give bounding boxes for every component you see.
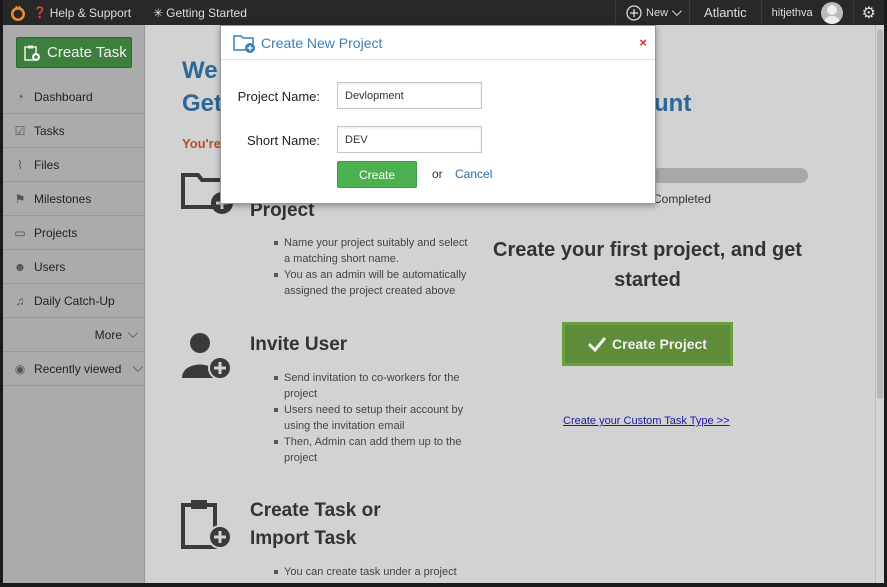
step-task-title-line1: Create Task or (250, 500, 381, 521)
user-menu[interactable]: hitjethva (760, 0, 853, 25)
sidebar-recently-viewed[interactable]: ◉ Recently viewed (3, 352, 145, 386)
modal-title: Create New Project (261, 34, 383, 51)
clipboard-plus-icon (181, 500, 232, 549)
sidebar-item-label: Dashboard (34, 89, 93, 104)
sidebar-more-toggle[interactable]: More (3, 318, 145, 352)
user-plus-icon (182, 333, 232, 380)
cancel-link[interactable]: Cancel (455, 167, 492, 181)
help-support-link[interactable]: ❓ Help & Support (33, 6, 131, 20)
sidebar-item-files[interactable]: ⌇ Files (3, 148, 145, 182)
list-item: Users need to setup their account by usi… (272, 402, 472, 434)
or-text: or (432, 167, 443, 181)
sidebar-item-daily-catchup[interactable]: ♫ Daily Catch-Up (3, 284, 145, 318)
company-switcher[interactable]: Atlantic (689, 0, 761, 25)
plus-circle-icon (626, 4, 642, 21)
app-window: ❓ Help & Support ✳ Getting Started New A… (0, 0, 887, 587)
welcome-subheading: Get (182, 90, 223, 117)
list-item: You can create task under a project (272, 564, 472, 580)
folder-icon: ▭ (14, 225, 26, 240)
help-support-label: Help & Support (49, 5, 132, 20)
create-task-label: Create Task (47, 44, 127, 61)
sparkle-icon: ✳ (153, 5, 164, 20)
create-project-label: Create Project (612, 336, 707, 352)
top-bar: ❓ Help & Support ✳ Getting Started New A… (3, 0, 884, 25)
cta-heading-line1: Create your first project, and get (493, 239, 802, 261)
recently-viewed-label: Recently viewed (34, 361, 122, 376)
progress-intro-text: You're (182, 136, 221, 151)
sidebar-item-label: Tasks (34, 123, 65, 138)
sidebar-item-dashboard[interactable]: ◔ Dashboard (3, 80, 145, 114)
sidebar-item-milestones[interactable]: ⚑ Milestones (3, 182, 145, 216)
cta-heading: Create your first project, and get start… (476, 235, 819, 295)
sidebar-item-tasks[interactable]: ☑ Tasks (3, 114, 145, 148)
gear-icon: ⚙ (861, 4, 876, 22)
create-task-button[interactable]: Create Task (16, 37, 132, 68)
step-project-bullets: Name your project suitably and select a … (272, 235, 472, 299)
step-task-bullets: You can create task under a project (272, 564, 472, 580)
company-label: Atlantic (704, 5, 747, 20)
sidebar-item-projects[interactable]: ▭ Projects (3, 216, 145, 250)
more-label: More (94, 327, 122, 342)
sidebar-item-label: Projects (34, 225, 78, 240)
list-item: Name your project suitably and select a … (272, 235, 472, 267)
vertical-scrollbar[interactable] (875, 25, 884, 583)
onboarding-progress-bar (652, 168, 808, 183)
step-invite-title: Invite User (250, 334, 348, 355)
sidebar-item-label: Users (34, 259, 66, 274)
project-name-field[interactable] (337, 82, 482, 109)
welcome-subheading-end: unt (654, 90, 692, 117)
sidebar-item-label: Files (34, 157, 60, 172)
create-button[interactable]: Create (337, 161, 417, 188)
close-icon[interactable]: × (639, 35, 647, 50)
milestone-icon: ⚑ (14, 191, 26, 206)
avatar (820, 1, 843, 24)
getting-started-link[interactable]: ✳ Getting Started (153, 6, 247, 20)
short-name-label: Short Name: (247, 133, 320, 148)
bell-icon: ♫ (15, 293, 25, 308)
chevron-down-icon (133, 362, 144, 373)
checkmark-icon (588, 337, 607, 352)
help-icon: ❓ (33, 7, 47, 19)
username-label: hitjethva (771, 6, 813, 19)
project-name-label: Project Name: (237, 89, 320, 104)
create-project-button[interactable]: Create Project (562, 322, 733, 366)
step-invite-bullets: Send invitation to co-workers for the pr… (272, 370, 472, 466)
window-edge-bottom (0, 583, 887, 587)
list-item: Then, Admin can add them up to the proje… (272, 434, 472, 466)
short-name-field[interactable] (337, 126, 482, 153)
sidebar-nav: ◔ Dashboard ☑ Tasks ⌇ Files ⚑ Milestones… (3, 80, 145, 386)
create-project-modal: Create New Project × Project Name: Short… (220, 25, 656, 204)
clipboard-plus-icon (24, 45, 40, 61)
new-menu-button[interactable]: New (615, 0, 689, 25)
users-icon: ☻ (13, 259, 27, 274)
getting-started-label: Getting Started (166, 5, 247, 20)
step-task-title-line2: Import Task (250, 528, 357, 549)
cta-heading-line2: started (614, 269, 681, 291)
scrollbar-thumb[interactable] (877, 29, 883, 399)
sidebar: Create Task ◔ Dashboard ☑ Tasks ⌇ Files … (3, 25, 145, 583)
paperclip-icon: ⌇ (17, 157, 23, 172)
sidebar-item-users[interactable]: ☻ Users (3, 250, 145, 284)
eye-icon: ◉ (14, 361, 26, 376)
progress-label: Completed (653, 192, 712, 206)
welcome-heading: We (182, 57, 218, 84)
dashboard-icon: ◔ (16, 89, 24, 104)
sidebar-item-label: Daily Catch-Up (34, 293, 115, 308)
new-menu-label: New (646, 6, 669, 19)
list-item: You as an admin will be automatically as… (272, 267, 472, 299)
topbar-right: New Atlantic hitjethva ⚙ (615, 0, 884, 25)
chevron-down-icon (127, 328, 138, 339)
chevron-down-icon (671, 6, 682, 17)
app-logo-icon[interactable] (3, 4, 33, 22)
list-item: Send invitation to co-workers for the pr… (272, 370, 472, 402)
custom-task-type-link[interactable]: Create your Custom Task Type >> (563, 415, 730, 427)
folder-plus-icon (233, 34, 255, 53)
settings-button[interactable]: ⚙ (852, 0, 884, 25)
tasks-icon: ☑ (14, 123, 26, 138)
modal-header: Create New Project × (221, 26, 655, 60)
sidebar-item-label: Milestones (34, 191, 92, 206)
